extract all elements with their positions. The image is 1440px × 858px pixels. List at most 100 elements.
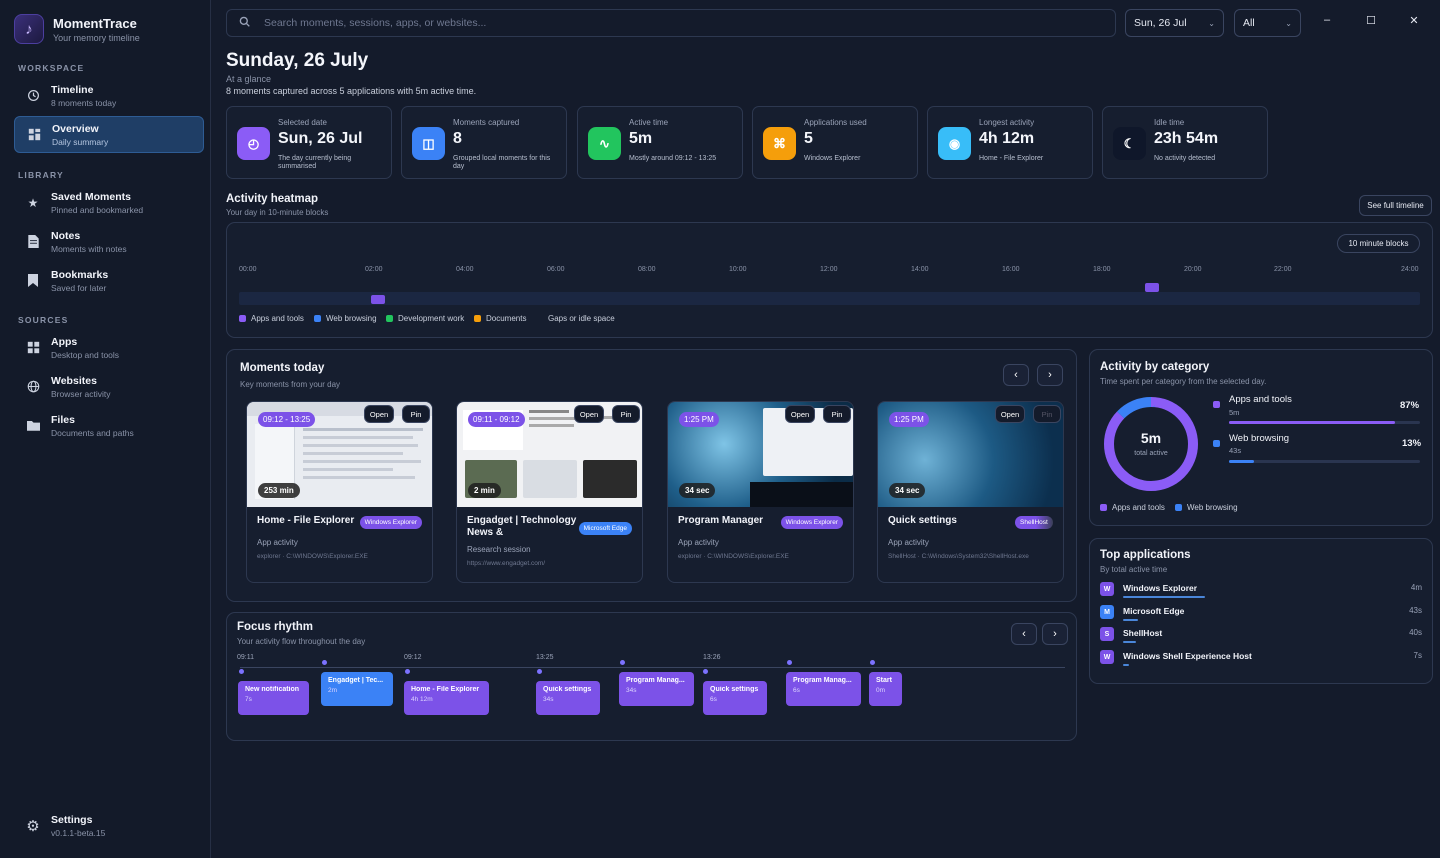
pin-button[interactable]: Pin (402, 405, 430, 423)
close-icon[interactable]: ✕ (1404, 14, 1424, 27)
sidebar-item-label: Bookmarks (51, 268, 109, 281)
focus-block[interactable]: Engadget | Tec... 2m (321, 672, 393, 706)
activity-icon: ∿ (588, 127, 621, 160)
app-name: Windows Shell Experience Host (1123, 651, 1252, 661)
duration-badge: 253 min (258, 483, 300, 498)
focus-block-duration: 4h 12m (411, 696, 433, 703)
sidebar-item-bookmarks[interactable]: Bookmarks Saved for later (14, 262, 204, 299)
focus-block[interactable]: Quick settings 6s (703, 681, 767, 715)
see-full-timeline-button[interactable]: See full timeline (1359, 195, 1432, 216)
sidebar-item-sub: Documents and paths (51, 427, 134, 438)
top-apps-subtitle: By total active time (1100, 565, 1168, 574)
open-button[interactable]: Open (574, 405, 604, 423)
sidebar-item-label: Websites (51, 374, 97, 387)
target-icon: ◉ (938, 127, 971, 160)
moment-path: ShellHost · C:\Windows\System32\ShellHos… (888, 553, 1029, 560)
sidebar-item-timeline[interactable]: Timeline 8 moments today (14, 77, 204, 114)
top-app-row[interactable]: M Microsoft Edge 43s (1100, 604, 1422, 626)
focus-block[interactable]: Start 0m (869, 672, 902, 706)
time-badge: 1:25 PM (679, 412, 719, 427)
duration-badge: 34 sec (679, 483, 716, 498)
sidebar-item-files[interactable]: Files Documents and paths (14, 407, 204, 444)
moment-card[interactable]: 1:25 PM 34 sec Open Pin Quick settings S… (877, 401, 1064, 583)
search-input[interactable]: Search moments, sessions, apps, or websi… (264, 17, 486, 29)
focus-block[interactable]: Program Manag... 34s (619, 672, 694, 706)
app-initial-icon: W (1100, 582, 1114, 596)
app-time: 7s (1413, 651, 1422, 660)
legend-dev: Development work (386, 314, 464, 323)
maximize-icon[interactable]: ☐ (1361, 14, 1381, 27)
sidebar-item-websites[interactable]: Websites Browser activity (14, 368, 204, 405)
focus-block[interactable]: New notification 7s (238, 681, 309, 715)
focus-block[interactable]: Home - File Explorer 4h 12m (404, 681, 489, 715)
search-bar[interactable]: Search moments, sessions, apps, or websi… (226, 9, 1116, 37)
time-badge: 1:25 PM (889, 412, 929, 427)
page-title: Sunday, 26 July (226, 50, 369, 71)
top-app-row[interactable]: W Windows Explorer 4m (1100, 581, 1422, 603)
minimize-icon[interactable]: – (1317, 14, 1337, 26)
legend-label: Apps and tools (1112, 503, 1165, 512)
pin-button[interactable]: Pin (1033, 405, 1061, 423)
top-app-row[interactable]: S ShellHost 40s (1100, 626, 1422, 648)
sidebar-item-saved-moments[interactable]: ★ Saved Moments Pinned and bookmarked (14, 184, 204, 221)
sidebar-item-sub: Pinned and bookmarked (51, 204, 144, 215)
stat-value: 8 (453, 130, 462, 147)
pin-button[interactable]: Pin (823, 405, 851, 423)
stat-value: 5 (804, 130, 813, 147)
next-arrow-icon[interactable]: › (1042, 623, 1068, 645)
duration-badge: 2 min (468, 483, 501, 498)
sidebar-item-apps[interactable]: Apps Desktop and tools (14, 329, 204, 366)
legend-swatch (1175, 504, 1182, 511)
block-size-toggle[interactable]: 10 minute blocks (1337, 234, 1420, 253)
moment-card[interactable]: 1:25 PM 34 sec Open Pin Program Manager … (667, 401, 854, 583)
moment-card[interactable]: 09:11 - 09:12 2 min Open Pin Engadget | … (456, 401, 643, 583)
dashboard-icon (27, 128, 41, 142)
heatmap-block[interactable] (1145, 283, 1159, 292)
sidebar-item-sub: Moments with notes (51, 243, 127, 254)
open-button[interactable]: Open (785, 405, 815, 423)
category-subtitle: Time spent per category from the selecte… (1100, 377, 1267, 386)
open-button[interactable]: Open (364, 405, 394, 423)
focus-block[interactable]: Quick settings 34s (536, 681, 600, 715)
heatmap-tick: 12:00 (820, 266, 838, 273)
app-name: MomentTrace (53, 15, 137, 31)
app-name: Windows Explorer (1123, 583, 1198, 593)
sidebar-item-notes[interactable]: Notes Moments with notes (14, 223, 204, 260)
focus-block-duration: 6s (793, 687, 800, 694)
focus-block-title: Program Manag... (793, 677, 852, 684)
timeline-dot (787, 660, 792, 665)
next-arrow-icon[interactable]: › (1037, 364, 1063, 386)
stat-sub: Home - File Explorer (979, 155, 1044, 162)
filter-select[interactable]: All ⌄ (1234, 9, 1301, 37)
heatmap-block[interactable] (371, 295, 385, 304)
legend-label: Web browsing (326, 314, 377, 323)
clock-icon: ◴ (237, 127, 270, 160)
donut-total: 5m (1140, 430, 1162, 446)
prev-arrow-icon[interactable]: ‹ (1011, 623, 1037, 645)
prev-arrow-icon[interactable]: ‹ (1003, 364, 1029, 386)
sidebar-item-settings[interactable]: ⚙ Settings v0.1.1-beta.15 (14, 807, 204, 844)
open-button[interactable]: Open (995, 405, 1025, 423)
focus-block[interactable]: Program Manag... 6s (786, 672, 861, 706)
top-app-row[interactable]: W Windows Shell Experience Host 7s (1100, 649, 1422, 671)
timeline-dot (870, 660, 875, 665)
moments-title: Moments today (240, 362, 325, 374)
moment-card[interactable]: 09:12 - 13:25 253 min Open Pin Home - Fi… (246, 401, 433, 583)
section-label-workspace: WORKSPACE (18, 63, 85, 73)
legend-swatch (314, 315, 321, 322)
heatmap-tick: 00:00 (239, 266, 257, 273)
stat-card-applications: ⌘ Applications used 5 Windows Explorer (752, 106, 918, 179)
date-select[interactable]: Sun, 26 Jul ⌄ (1125, 9, 1224, 37)
legend-apps: Apps and tools (239, 314, 304, 323)
sidebar-item-label: Timeline (51, 83, 94, 96)
sidebar-item-overview[interactable]: Overview Daily summary (14, 116, 204, 153)
pin-button[interactable]: Pin (612, 405, 640, 423)
focus-title: Focus rhythm (237, 621, 314, 633)
stat-label: Moments captured (453, 118, 520, 127)
brand[interactable]: ♪ MomentTrace Your memory timeline (14, 14, 140, 44)
app-time: 43s (1409, 606, 1422, 615)
legend-label: Documents (486, 314, 527, 323)
app-usage-bar (1123, 641, 1137, 643)
heatmap-tick: 14:00 (911, 266, 929, 273)
moment-sub: App activity (678, 538, 719, 547)
